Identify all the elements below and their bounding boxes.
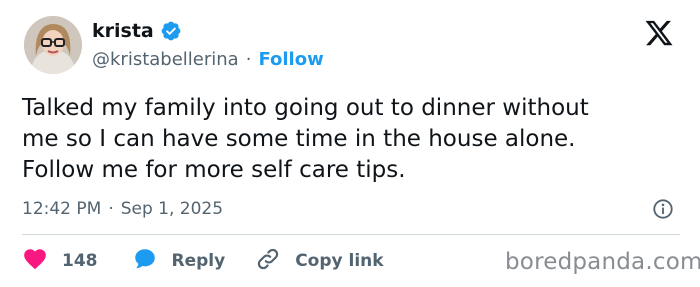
x-logo-icon[interactable] — [644, 18, 674, 48]
watermark: boredpanda.com — [505, 249, 700, 275]
tweet-line: Follow me for more self care tips. — [22, 157, 406, 183]
verified-badge-icon — [160, 20, 182, 42]
link-icon — [255, 246, 281, 277]
author-display-name[interactable]: krista — [92, 20, 154, 42]
meta-separator: · — [108, 199, 114, 219]
author-name-row: krista — [92, 20, 182, 42]
copy-link-label: Copy link — [295, 251, 384, 271]
reply-bubble-icon — [132, 246, 158, 277]
handle-separator: · — [245, 49, 252, 70]
author-handle-row: @kristabellerina · Follow — [92, 49, 324, 70]
tweet-line: Talked my family into going out to dinne… — [22, 95, 589, 121]
reply-label: Reply — [171, 251, 226, 271]
copy-link-button[interactable]: Copy link — [255, 246, 384, 277]
action-bar: 148 Reply Copy link — [22, 247, 384, 275]
tweet-line: me so I can have some time in the house … — [22, 126, 576, 152]
info-icon[interactable] — [652, 198, 674, 220]
tweet-time: 12:42 PM — [22, 199, 102, 219]
author-handle[interactable]: @kristabellerina — [92, 49, 239, 70]
tweet-text: Talked my family into going out to dinne… — [22, 93, 682, 186]
like-count: 148 — [62, 251, 98, 271]
heart-icon — [22, 246, 48, 277]
follow-button[interactable]: Follow — [258, 49, 323, 70]
divider — [22, 234, 680, 235]
avatar[interactable] — [24, 16, 82, 74]
reply-button[interactable]: Reply — [132, 246, 226, 277]
tweet-date: Sep 1, 2025 — [120, 199, 224, 219]
like-button[interactable]: 148 — [22, 246, 98, 277]
tweet-timestamp[interactable]: 12:42 PM · Sep 1, 2025 — [22, 199, 223, 219]
tweet-card: krista @kristabellerina · Follow Talked … — [0, 0, 700, 287]
